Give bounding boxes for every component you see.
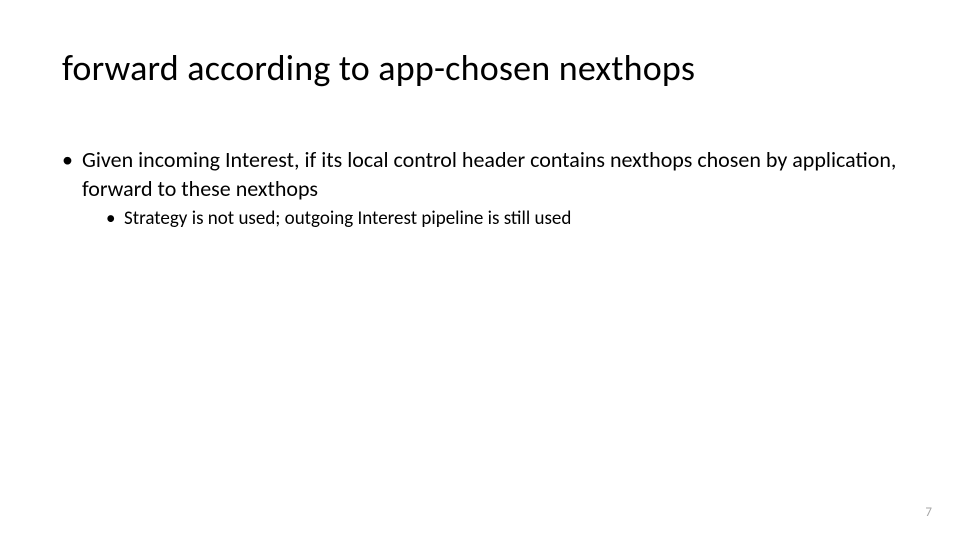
page-number: 7 xyxy=(925,505,932,520)
slide-title: forward according to app-chosen nexthops xyxy=(62,46,695,90)
slide-body: Given incoming Interest, if its local co… xyxy=(62,146,900,238)
bullet-text: Given incoming Interest, if its local co… xyxy=(82,146,896,202)
bullet-subtext: Strategy is not used; outgoing Interest … xyxy=(124,207,571,230)
bullet-item: Given incoming Interest, if its local co… xyxy=(62,146,900,232)
bullet-subitem: Strategy is not used; outgoing Interest … xyxy=(106,207,900,232)
bullet-list-level1: Given incoming Interest, if its local co… xyxy=(62,146,900,232)
bullet-list-level2: Strategy is not used; outgoing Interest … xyxy=(82,207,900,232)
slide: forward according to app-chosen nexthops… xyxy=(0,0,960,540)
